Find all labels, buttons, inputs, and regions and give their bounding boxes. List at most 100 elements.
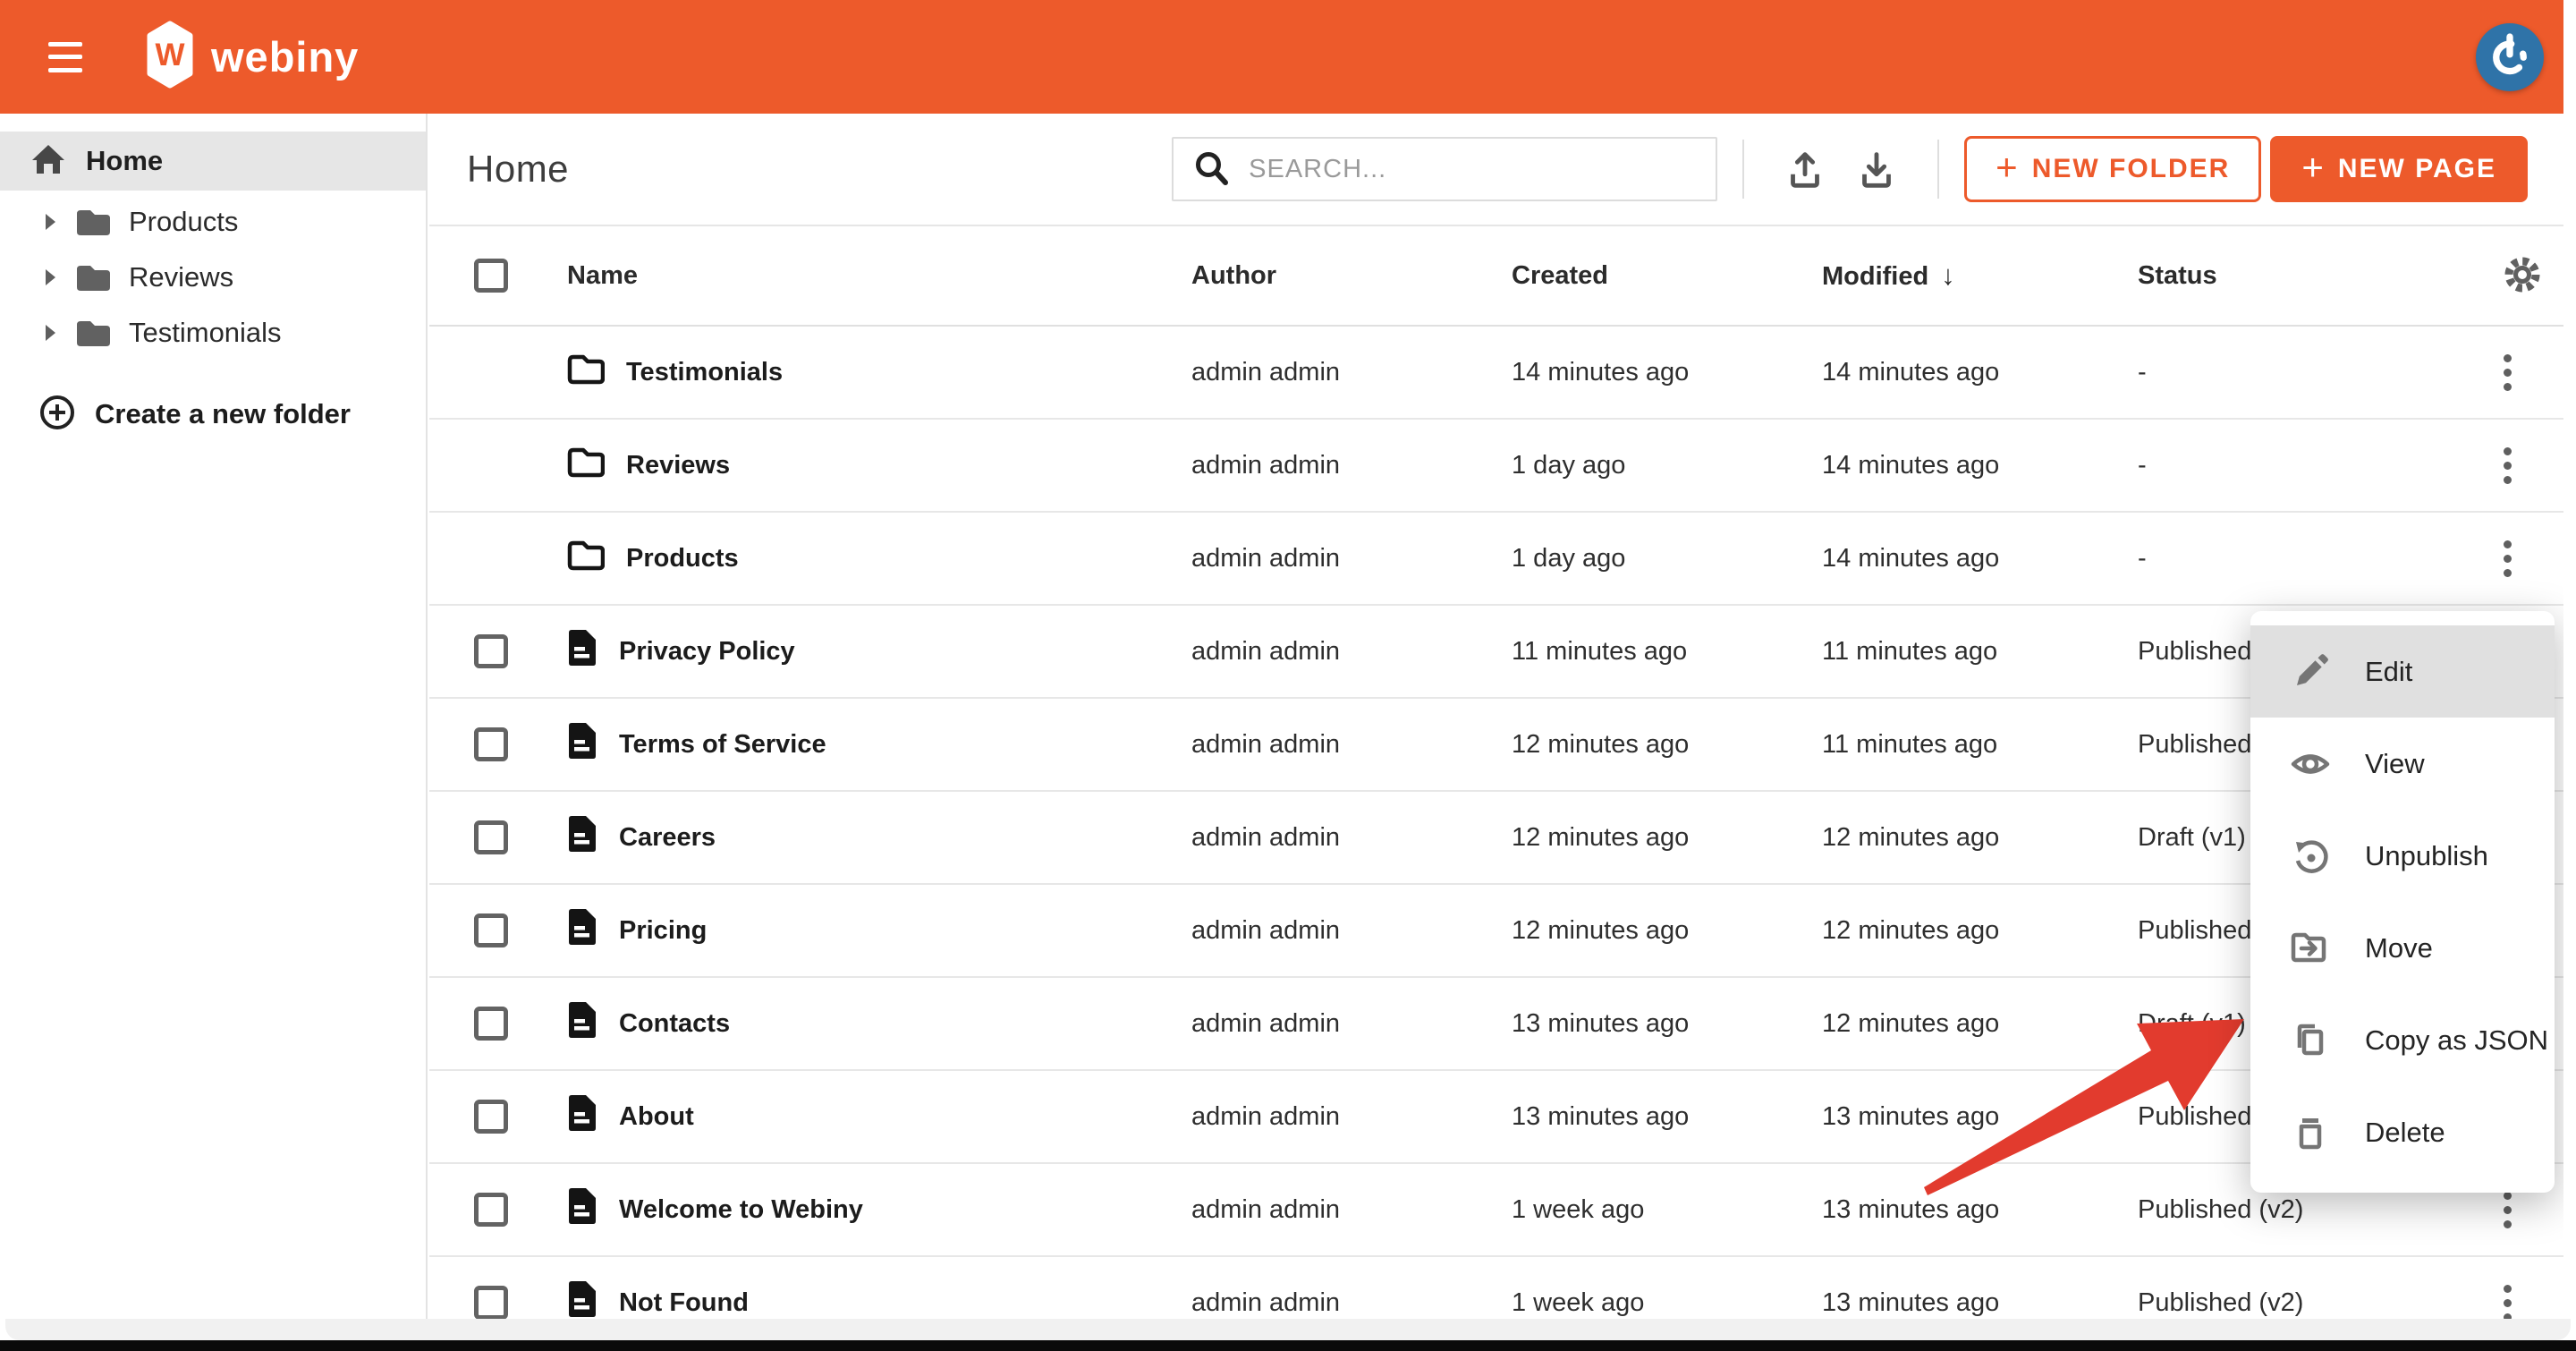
- row-modified: 12 minutes ago: [1822, 916, 2138, 946]
- toolbar-divider: [1742, 140, 1744, 199]
- row-name: Testimonials: [626, 358, 783, 387]
- column-header-name[interactable]: Name: [560, 261, 1191, 291]
- power-icon: [2487, 32, 2533, 81]
- column-header-author[interactable]: Author: [1191, 261, 1512, 291]
- search-input[interactable]: [1247, 154, 1698, 185]
- row-checkbox[interactable]: [474, 1286, 508, 1320]
- menu-item-copy-as-json[interactable]: Copy as JSON: [2250, 994, 2555, 1086]
- create-new-folder-button[interactable]: Create a new folder: [0, 387, 426, 442]
- menu-item-view[interactable]: View: [2250, 718, 2555, 810]
- row-author: admin admin: [1191, 823, 1512, 853]
- hamburger-menu-button[interactable]: [48, 42, 84, 72]
- folder-icon: [567, 446, 605, 485]
- new-page-button[interactable]: + NEW PAGE: [2270, 136, 2528, 202]
- menu-item-delete[interactable]: Delete: [2250, 1086, 2555, 1178]
- folder-filled-icon: [73, 206, 113, 238]
- row-author: admin admin: [1191, 1009, 1512, 1039]
- table-row[interactable]: Pricingadmin admin12 minutes ago12 minut…: [429, 885, 2563, 978]
- sidebar-folder-testimonials[interactable]: Testimonials: [0, 305, 426, 361]
- table-row[interactable]: Productsadmin admin1 day ago14 minutes a…: [429, 513, 2563, 606]
- table-row[interactable]: Contactsadmin admin13 minutes ago12 minu…: [429, 978, 2563, 1071]
- table-settings-button[interactable]: [2496, 252, 2549, 300]
- row-actions-kebab-button[interactable]: [2498, 349, 2517, 396]
- page-icon: [567, 814, 597, 861]
- row-created: 11 minutes ago: [1512, 637, 1822, 667]
- row-actions-kebab-button[interactable]: [2498, 535, 2517, 582]
- row-checkbox[interactable]: [474, 1193, 508, 1227]
- page-icon: [567, 1186, 597, 1233]
- menu-item-label: Move: [2365, 932, 2433, 964]
- move-icon: [2290, 928, 2331, 969]
- unpublish-icon: [2290, 836, 2331, 877]
- row-created: 1 day ago: [1512, 451, 1822, 480]
- menu-item-label: Copy as JSON: [2365, 1024, 2548, 1057]
- row-actions-kebab-button[interactable]: [2498, 1186, 2517, 1234]
- row-checkbox[interactable]: [474, 634, 508, 668]
- brand-wordmark: webiny: [211, 32, 359, 81]
- table-row[interactable]: Reviewsadmin admin1 day ago14 minutes ag…: [429, 420, 2563, 513]
- menu-item-label: Edit: [2365, 656, 2412, 688]
- folder-filled-icon: [73, 261, 113, 293]
- sidebar-folder-products[interactable]: Products: [0, 194, 426, 250]
- row-checkbox[interactable]: [474, 727, 508, 761]
- webiny-logo[interactable]: W webiny: [147, 21, 359, 93]
- column-header-created[interactable]: Created: [1512, 261, 1822, 291]
- caret-right-icon[interactable]: [43, 268, 57, 287]
- row-modified: 11 minutes ago: [1822, 637, 2138, 667]
- row-name: Contacts: [619, 1009, 730, 1039]
- table-row[interactable]: Aboutadmin admin13 minutes ago13 minutes…: [429, 1071, 2563, 1164]
- toolbar-divider: [1937, 140, 1939, 199]
- new-folder-button[interactable]: + NEW FOLDER: [1964, 136, 2261, 202]
- sidebar-folder-label: Products: [129, 206, 238, 238]
- table-row[interactable]: Terms of Serviceadmin admin12 minutes ag…: [429, 699, 2563, 792]
- pencil-icon: [2290, 651, 2331, 692]
- row-modified: 13 minutes ago: [1822, 1195, 2138, 1225]
- page-icon: [567, 907, 597, 954]
- row-checkbox[interactable]: [474, 1007, 508, 1041]
- row-author: admin admin: [1191, 451, 1512, 480]
- table-row[interactable]: Testimonialsadmin admin14 minutes ago14 …: [429, 327, 2563, 420]
- delete-icon: [2290, 1112, 2331, 1153]
- folder-icon: [567, 353, 605, 392]
- menu-item-move[interactable]: Move: [2250, 902, 2555, 994]
- menu-item-edit[interactable]: Edit: [2250, 625, 2555, 718]
- select-all-checkbox[interactable]: [474, 259, 508, 293]
- menu-item-unpublish[interactable]: Unpublish: [2250, 810, 2555, 902]
- table-row[interactable]: Welcome to Webinyadmin admin1 week ago13…: [429, 1164, 2563, 1257]
- export-download-button[interactable]: [1848, 140, 1905, 198]
- user-avatar[interactable]: [2476, 23, 2544, 91]
- row-name: Products: [626, 544, 739, 574]
- column-header-modified[interactable]: Modified↓: [1822, 259, 2138, 292]
- row-checkbox[interactable]: [474, 1100, 508, 1134]
- sidebar-item-home[interactable]: Home: [0, 132, 426, 191]
- folder-tree-sidebar: Home Products Reviews Testimonials Create …: [0, 114, 428, 1351]
- caret-right-icon[interactable]: [43, 212, 57, 232]
- row-created: 13 minutes ago: [1512, 1009, 1822, 1039]
- row-status: -: [2138, 451, 2496, 480]
- row-name: About: [619, 1102, 694, 1132]
- plus-icon: +: [2301, 149, 2324, 186]
- new-page-label: NEW PAGE: [2338, 154, 2496, 184]
- column-header-status[interactable]: Status: [2138, 261, 2496, 291]
- row-created: 12 minutes ago: [1512, 823, 1822, 853]
- import-upload-button[interactable]: [1776, 140, 1834, 198]
- table-row[interactable]: Privacy Policyadmin admin11 minutes ago1…: [429, 606, 2563, 699]
- row-actions-kebab-button[interactable]: [2498, 442, 2517, 489]
- row-name: Privacy Policy: [619, 637, 795, 667]
- row-name: Not Found: [619, 1288, 749, 1318]
- scrollbar-track[interactable]: [2563, 0, 2576, 1340]
- caret-right-icon[interactable]: [43, 323, 57, 343]
- sidebar-folder-reviews[interactable]: Reviews: [0, 250, 426, 305]
- row-created: 1 week ago: [1512, 1288, 1822, 1318]
- search-box: [1172, 137, 1717, 201]
- page-icon: [567, 1093, 597, 1140]
- row-created: 12 minutes ago: [1512, 916, 1822, 946]
- row-author: admin admin: [1191, 730, 1512, 760]
- row-modified: 14 minutes ago: [1822, 451, 2138, 480]
- window-bottom-strip: [5, 1319, 2571, 1340]
- sidebar-folder-label: Reviews: [129, 261, 233, 293]
- row-checkbox[interactable]: [474, 820, 508, 854]
- row-checkbox[interactable]: [474, 913, 508, 947]
- table-row[interactable]: Careersadmin admin12 minutes ago12 minut…: [429, 792, 2563, 885]
- row-author: admin admin: [1191, 637, 1512, 667]
